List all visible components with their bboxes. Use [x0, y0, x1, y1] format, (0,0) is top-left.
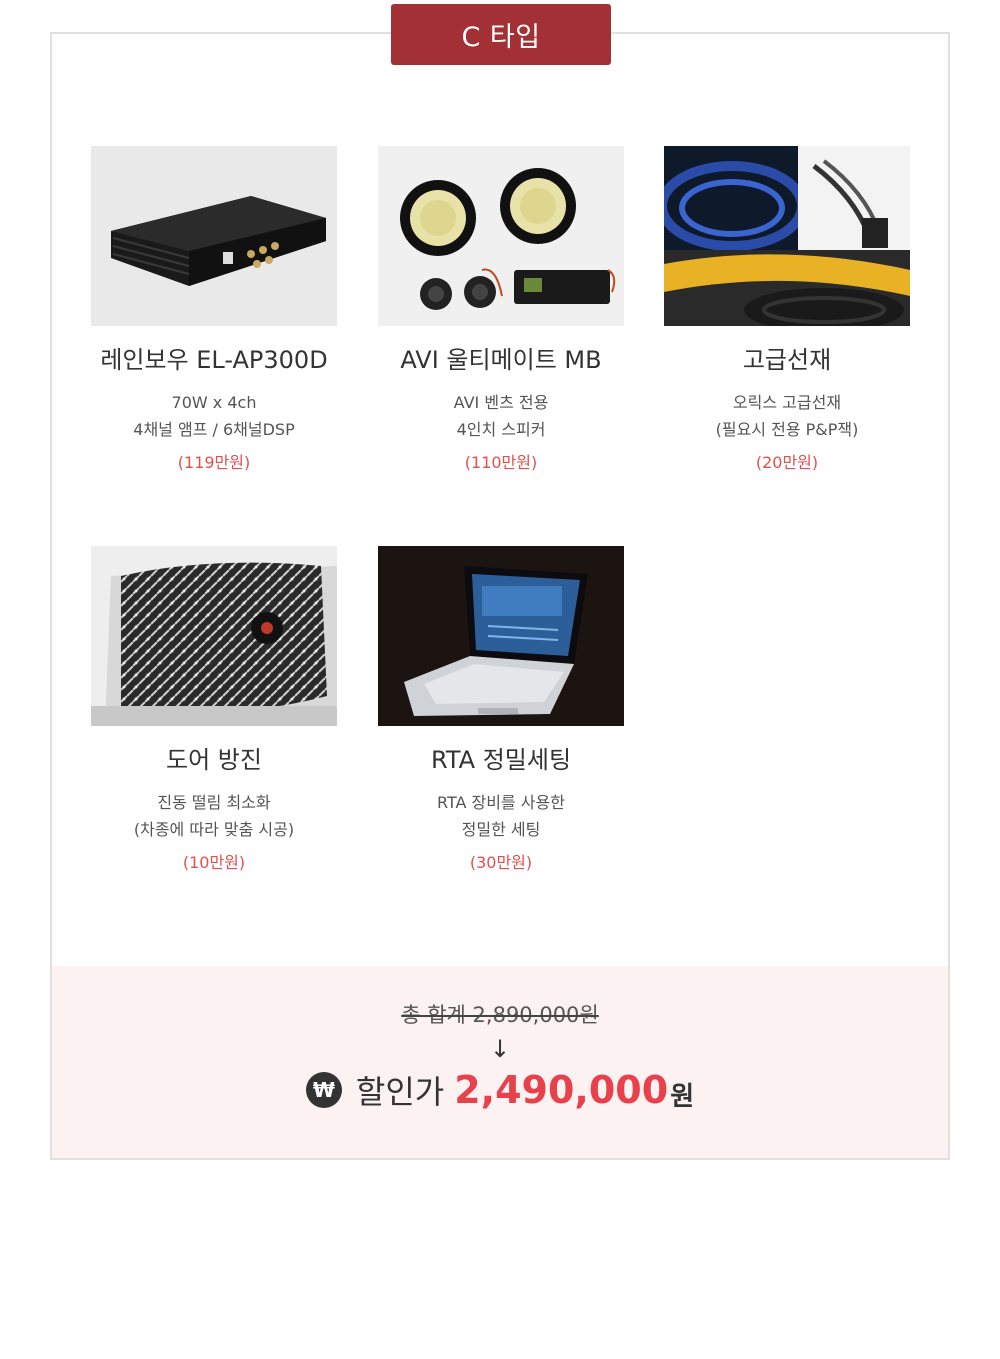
- product-price: (119만원): [177, 453, 251, 472]
- product-desc: RTA 장비를 사용한 정밀한 세팅: [378, 789, 624, 843]
- original-total: 총 합계 2,890,000원: [401, 1003, 599, 1027]
- product-image-cable: [664, 146, 910, 326]
- price-summary: 총 합계 2,890,000원 ↓ ₩ 할인가 2,490,000 원: [52, 966, 948, 1158]
- product-desc-line: (차종에 따라 맞춤 시공): [133, 820, 295, 839]
- product-price: (110만원): [464, 453, 538, 472]
- product-desc-line: 4채널 앰프 / 6채널DSP: [133, 420, 295, 439]
- product-desc-line: (필요시 전용 P&P잭): [715, 420, 859, 439]
- product-card-amp: 레인보우 EL-AP300D 70W x 4ch 4채널 앰프 / 6채널DSP…: [91, 146, 337, 473]
- product-desc: 오릭스 고급선재 (필요시 전용 P&P잭): [664, 389, 910, 443]
- product-image-speaker: [378, 146, 624, 326]
- product-price: (20만원): [755, 453, 819, 472]
- discount-price-row: ₩ 할인가 2,490,000 원: [52, 1067, 948, 1113]
- product-title: 고급선재: [742, 346, 832, 374]
- product-card-door: 도어 방진 진동 떨림 최소화 (차종에 따라 맞춤 시공) (10만원): [91, 546, 337, 873]
- package-type-tag: C 타입: [391, 4, 611, 65]
- won-icon: ₩: [305, 1072, 342, 1108]
- product-desc-line: 진동 떨림 최소화: [157, 793, 271, 812]
- product-title: AVI 울티메이트 MB: [400, 346, 602, 374]
- product-desc: 진동 떨림 최소화 (차종에 따라 맞춤 시공): [91, 789, 337, 843]
- discount-amount: 2,490,000: [454, 1068, 669, 1112]
- product-desc-line: RTA 장비를 사용한: [437, 793, 565, 812]
- product-card-speaker: AVI 울티메이트 MB AVI 벤츠 전용 4인치 스피커 (110만원): [378, 146, 624, 473]
- product-image-door: [91, 546, 337, 726]
- product-card-cable: 고급선재 오릭스 고급선재 (필요시 전용 P&P잭) (20만원): [664, 146, 910, 473]
- discount-label: 할인가: [355, 1073, 445, 1111]
- down-arrow-icon: ↓: [489, 1035, 511, 1063]
- product-image-amp: [91, 146, 337, 326]
- product-image-rta: [378, 546, 624, 726]
- product-desc-line: 오릭스 고급선재: [732, 393, 842, 412]
- discount-unit: 원: [670, 1081, 695, 1112]
- product-title: 도어 방진: [166, 746, 262, 774]
- product-desc-line: 4인치 스피커: [456, 420, 546, 439]
- product-card-rta: RTA 정밀세팅 RTA 장비를 사용한 정밀한 세팅 (30만원): [378, 546, 624, 873]
- product-price: (10만원): [182, 853, 246, 872]
- product-title: 레인보우 EL-AP300D: [100, 346, 328, 374]
- product-desc-line: 정밀한 세팅: [461, 820, 541, 839]
- product-desc: 70W x 4ch 4채널 앰프 / 6채널DSP: [91, 389, 337, 443]
- product-desc-line: AVI 벤츠 전용: [453, 393, 549, 412]
- product-desc-line: 70W x 4ch: [171, 393, 257, 412]
- product-price: (30만원): [469, 853, 533, 872]
- product-desc: AVI 벤츠 전용 4인치 스피커: [378, 389, 624, 443]
- product-title: RTA 정밀세팅: [430, 746, 572, 774]
